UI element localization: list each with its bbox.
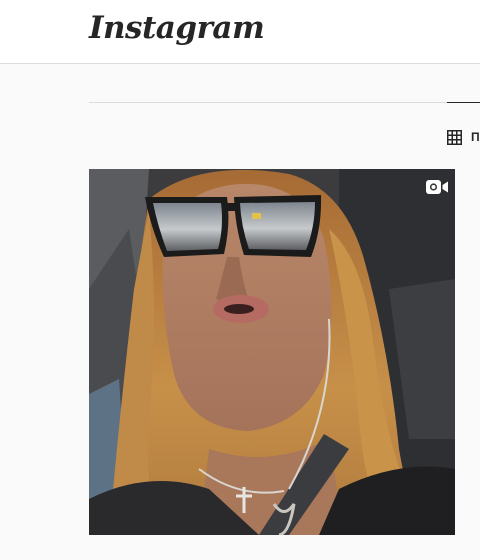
top-navigation-bar: Instagram (0, 0, 480, 64)
tab-posts-label: ПУБЛИКАЦИИ (471, 130, 480, 144)
post-photo (89, 169, 455, 535)
post-thumbnail[interactable] (89, 169, 455, 535)
video-camera-icon (426, 180, 448, 194)
tab-posts[interactable]: ПУБЛИКАЦИИ (447, 127, 480, 147)
instagram-logo[interactable]: Instagram (89, 10, 265, 46)
active-tab-indicator (447, 102, 480, 103)
grid-icon (447, 129, 462, 145)
profile-divider (89, 102, 480, 103)
